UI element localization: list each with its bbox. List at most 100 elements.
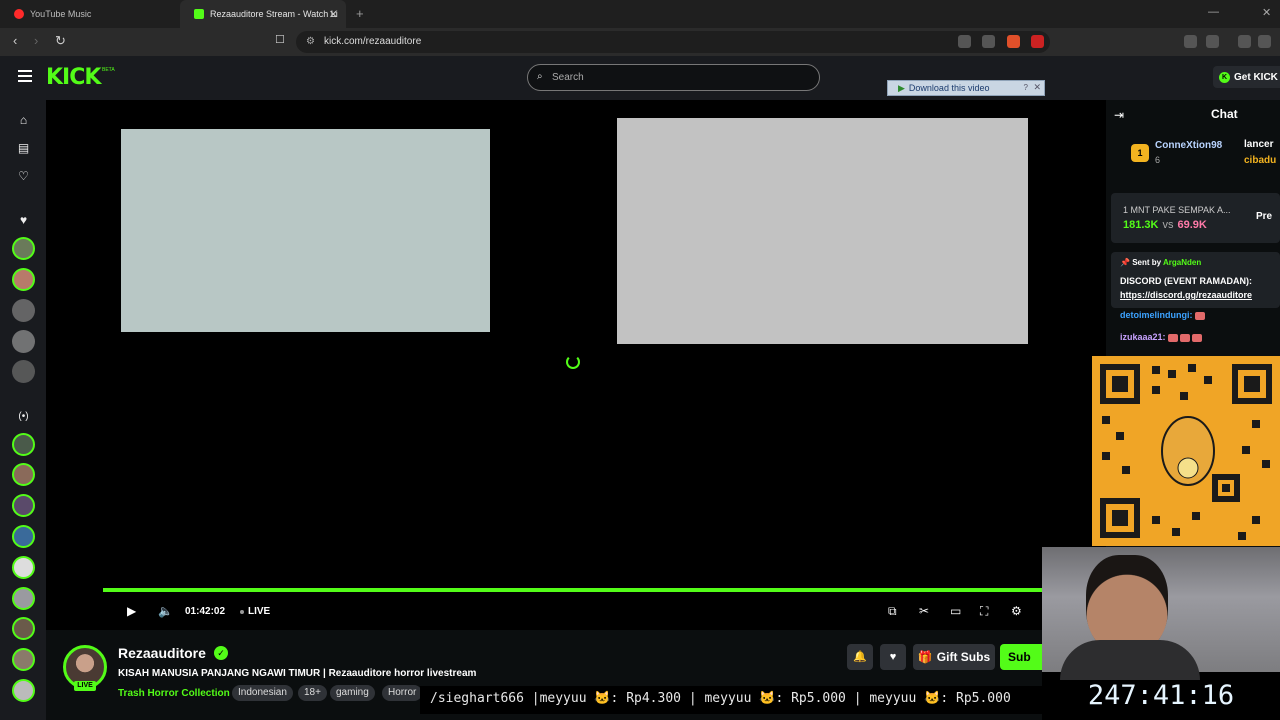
chat-message: detoimelindungi: <box>1120 310 1205 320</box>
prediction-card[interactable] <box>1111 193 1280 243</box>
clip-icon[interactable]: ✂ <box>919 604 929 618</box>
subscribe-button[interactable]: Sub <box>1000 644 1046 670</box>
emote-icon <box>1167 333 1178 342</box>
chat-username[interactable]: detoimelindungi: <box>1120 310 1193 320</box>
gifter-name[interactable]: lancer <box>1244 139 1273 150</box>
sidebar-channel-avatar[interactable] <box>12 237 35 260</box>
play-button[interactable]: ▶ <box>127 604 136 618</box>
help-icon[interactable]: ? <box>1024 83 1028 92</box>
kick-app-icon: K <box>1219 71 1230 83</box>
top-gifter-count: 6 <box>1155 155 1161 165</box>
get-kick-label: Get KICK <box>1234 71 1278 83</box>
sub-label: Sub <box>1008 650 1031 664</box>
progress-bar[interactable] <box>103 588 1043 592</box>
tab-label: YouTube Music <box>30 9 92 19</box>
pip-icon[interactable]: ⧉ <box>888 604 897 619</box>
brave-rewards-icon[interactable] <box>1031 35 1044 48</box>
close-icon[interactable]: ✕ <box>1033 82 1041 93</box>
hamburger-menu-icon[interactable] <box>18 70 32 82</box>
site-info-icon[interactable]: ⚙ <box>306 36 315 47</box>
player-controls: ▶ 🔈 01:42:02 LIVE ⧉ ✂ ▭ ⛶ ⚙ <box>103 600 1043 624</box>
sidebar-channel-avatar[interactable] <box>12 525 35 548</box>
emote-icon <box>1179 333 1190 342</box>
translate-icon[interactable] <box>958 35 971 48</box>
prediction-right-value: 69.9K <box>1177 219 1207 231</box>
fullscreen-icon[interactable]: ⛶ <box>980 604 988 619</box>
sidebar-channel-avatar[interactable] <box>12 330 35 353</box>
tag-chip[interactable]: Horror <box>382 685 423 701</box>
sidebar-channel-avatar[interactable] <box>12 494 35 517</box>
gifter-name[interactable]: cibadu <box>1244 155 1276 166</box>
sidebar-channel-avatar[interactable] <box>12 433 35 456</box>
pinned-text: DISCORD (EVENT RAMADAN): <box>1120 276 1252 286</box>
following-icon[interactable]: ♡ <box>17 170 30 183</box>
download-video-button[interactable]: ▶ Download this video ? ✕ <box>887 80 1045 96</box>
back-icon[interactable]: ‹ <box>13 33 17 48</box>
donation-qr-code <box>1092 356 1280 546</box>
wallet-icon[interactable] <box>1206 35 1219 48</box>
sidebar-channel-avatar[interactable] <box>12 617 35 640</box>
collapse-chat-icon[interactable]: ⇥ <box>1114 108 1124 122</box>
tag-chip[interactable]: gaming <box>330 685 375 701</box>
search-placeholder: Search <box>552 72 584 83</box>
top-gifter-name[interactable]: ConneXtion98 <box>1155 140 1222 151</box>
prediction-button[interactable]: Pre <box>1256 211 1272 222</box>
streamer-name[interactable]: Rezaauditore <box>118 645 206 661</box>
reload-icon[interactable]: ↻ <box>55 33 66 49</box>
stream-category[interactable]: Trash Horror Collection <box>118 688 230 699</box>
follow-heart-button[interactable]: ♥ <box>880 644 906 670</box>
live-badge: LIVE <box>74 681 96 691</box>
recommended-icon: (•) <box>18 411 29 422</box>
sidebar-channel-avatar[interactable] <box>12 648 35 671</box>
live-dot-icon <box>240 610 244 614</box>
volume-icon[interactable]: 🔈 <box>158 604 173 618</box>
prediction-question: 1 MNT PAKE SEMPAK A... <box>1123 205 1231 215</box>
sidebar-channel-avatar[interactable] <box>12 556 35 579</box>
sidebar-channel-avatar[interactable] <box>12 360 35 383</box>
browser-tab-bar: YouTube Music Rezaauditore Stream - Watc… <box>0 0 1280 28</box>
new-tab-icon[interactable]: + <box>356 6 364 21</box>
settings-gear-icon[interactable]: ⚙ <box>1011 604 1022 618</box>
tag-chip[interactable]: 18+ <box>298 685 327 701</box>
sidebar-channel-avatar[interactable] <box>12 587 35 610</box>
emote-icon <box>1194 311 1205 320</box>
elapsed-time: 01:42:02 <box>185 606 226 617</box>
get-kick-button[interactable]: K Get KICK <box>1213 66 1280 88</box>
tab-kick-stream[interactable]: Rezaauditore Stream - Watch Li ✕ <box>180 0 346 28</box>
home-icon[interactable]: ⌂ <box>17 114 30 127</box>
sidebar-channel-avatar[interactable] <box>12 299 35 322</box>
search-icon: ⌕ <box>537 71 543 82</box>
theater-mode-icon[interactable]: ▭ <box>950 604 961 618</box>
gift-subs-button[interactable]: 🎁 Gift Subs <box>913 644 995 670</box>
qr-code-graphic <box>1100 364 1272 540</box>
close-window-icon[interactable]: ✕ <box>1262 6 1271 19</box>
gift-label: Gift Subs <box>936 650 991 664</box>
extensions-icon[interactable] <box>1184 35 1197 48</box>
stream-title: KISAH MANUSIA PANJANG NGAWI TIMUR | Reza… <box>118 668 477 679</box>
prediction-left-value: 181.3K <box>1123 219 1159 231</box>
forward-icon[interactable]: › <box>34 33 38 48</box>
sidebar-channel-avatar[interactable] <box>12 679 35 702</box>
address-bar[interactable]: ⚙ kick.com/rezaauditore <box>296 31 1050 53</box>
donation-ticker: /sieghart666 |meyyuu 🐱: Rp4.300 | meyyuu… <box>420 686 1042 714</box>
browse-icon[interactable]: ▤ <box>17 142 30 155</box>
kick-logo[interactable]: KICK <box>46 65 101 90</box>
live-indicator[interactable]: LIVE <box>248 606 270 617</box>
sidebar-toggle-icon[interactable] <box>1238 35 1251 48</box>
sidebar-channel-avatar[interactable] <box>12 463 35 486</box>
pinned-user[interactable]: ArgaNden <box>1163 258 1201 267</box>
brave-shield-icon[interactable] <box>1007 35 1020 48</box>
tag-chip[interactable]: Indonesian <box>232 685 293 701</box>
notification-bell-button[interactable]: 🔔 <box>847 644 873 670</box>
chat-username[interactable]: izukaaa21: <box>1120 332 1166 342</box>
sidebar-channel-avatar[interactable] <box>12 268 35 291</box>
menu-icon[interactable] <box>1258 35 1271 48</box>
share-icon[interactable] <box>982 35 995 48</box>
browser-toolbar: ‹ › ↻ ☐ ⚙ kick.com/rezaauditore <box>0 28 1280 56</box>
bookmark-icon[interactable]: ☐ <box>275 33 285 46</box>
search-input[interactable]: ⌕ Search <box>527 64 820 91</box>
tab-youtube-music[interactable]: YouTube Music <box>0 0 176 28</box>
minimize-icon[interactable]: — <box>1208 6 1219 18</box>
pinned-link[interactable]: https://discord.gg/rezaauditore <box>1120 290 1252 300</box>
close-tab-icon[interactable]: ✕ <box>329 8 338 21</box>
